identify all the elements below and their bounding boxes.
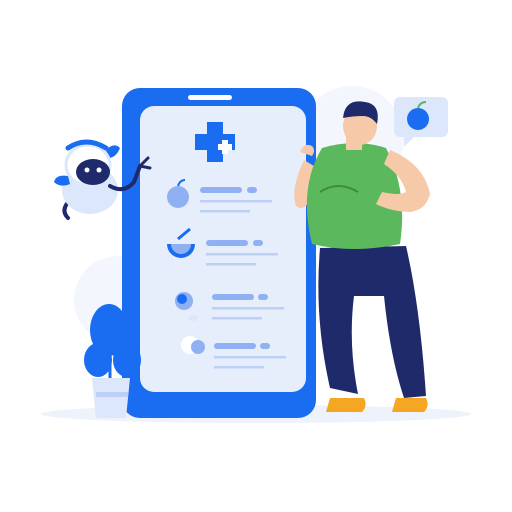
- illustration: [0, 0, 512, 512]
- health-app-illustration: [41, 86, 471, 423]
- phone: [122, 88, 316, 418]
- phone-speaker: [188, 95, 232, 100]
